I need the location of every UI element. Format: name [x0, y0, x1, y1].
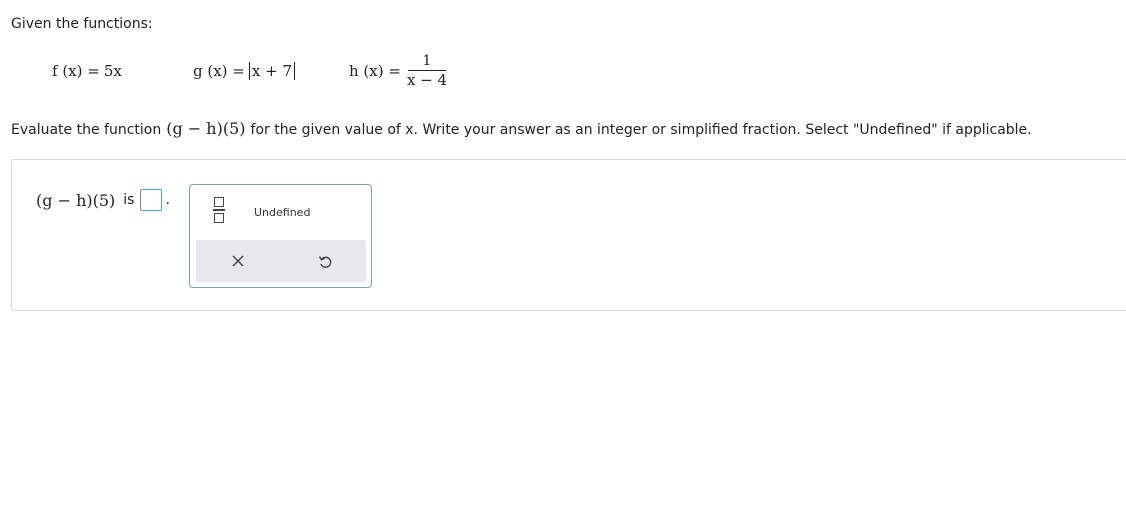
- instructions-before: Evaluate the function: [11, 122, 162, 138]
- function-f: f (x) = 5x: [52, 62, 122, 80]
- function-h-lhs: h (x) =: [349, 62, 401, 80]
- function-g: g (x) = x + 7: [193, 62, 295, 80]
- undo-icon[interactable]: [316, 252, 334, 270]
- function-h-denominator: x − 4: [406, 71, 448, 89]
- answer-panel: (g − h)(5) is . Undefined: [11, 159, 1126, 311]
- instructions: Evaluate the function (g − h)(5) for the…: [11, 119, 1032, 138]
- function-f-rhs: 5x: [103, 62, 122, 80]
- fraction-denominator-box: [214, 213, 224, 223]
- answer-input[interactable]: [140, 189, 163, 211]
- function-h-numerator: 1: [422, 53, 432, 69]
- undefined-button[interactable]: Undefined: [254, 206, 310, 219]
- answer-expr: (g − h)(5): [36, 190, 116, 210]
- math-toolpad: Undefined: [189, 184, 372, 288]
- answer-is-text: is: [123, 192, 135, 208]
- function-h: h (x) = 1 x − 4: [349, 53, 447, 89]
- toolpad-actions: [196, 240, 366, 282]
- instructions-expr: (g − h)(5): [166, 119, 246, 138]
- function-g-abs: x + 7: [248, 62, 295, 80]
- fraction-icon[interactable]: [211, 195, 227, 225]
- instructions-after: for the given value of x. Write your ans…: [250, 122, 1032, 138]
- function-g-lhs: g (x) =: [193, 62, 245, 80]
- close-icon[interactable]: [229, 252, 247, 270]
- fraction-icon-bar: [213, 209, 225, 211]
- intro-text: Given the functions:: [11, 16, 153, 32]
- function-h-fraction: 1 x − 4: [407, 53, 447, 89]
- answer-line: (g − h)(5) is .: [36, 189, 170, 211]
- fraction-numerator-box: [214, 197, 224, 207]
- answer-period: .: [165, 192, 170, 208]
- function-f-lhs: f (x) =: [52, 62, 100, 80]
